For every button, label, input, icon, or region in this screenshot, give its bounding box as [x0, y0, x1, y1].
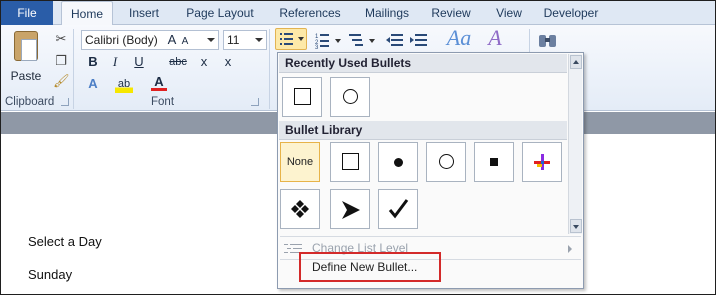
recent-bullet-hollow-square[interactable]	[282, 77, 322, 117]
recent-bullets-header: Recently Used Bullets	[279, 54, 567, 73]
tab-references[interactable]: References	[271, 1, 349, 25]
paper-icon	[21, 39, 37, 61]
filled-square-icon	[475, 143, 513, 181]
bullet-colored-cross[interactable]	[522, 142, 562, 182]
subscript-button[interactable]: x	[197, 53, 211, 71]
tab-review[interactable]: Review	[425, 1, 477, 25]
tab-home[interactable]: Home	[61, 1, 113, 26]
bullet-filled-dot[interactable]	[378, 142, 418, 182]
tab-mailings[interactable]: Mailings	[356, 1, 418, 25]
numbering-icon[interactable]: 1 2 3	[313, 31, 343, 49]
font-color-button[interactable]: A	[151, 73, 167, 91]
hollow-circle-icon	[427, 143, 465, 181]
paste-label: Paste	[10, 69, 42, 83]
tab-developer[interactable]: Developer	[535, 1, 607, 25]
hollow-square-icon	[283, 78, 321, 116]
arrowhead-icon	[342, 201, 360, 219]
chevron-down-icon	[207, 38, 215, 42]
change-styles-button[interactable]: A	[481, 27, 509, 49]
shrink-font-button[interactable]: A	[177, 33, 193, 51]
ribbon-tabs: File Home Insert Page Layout References …	[1, 1, 715, 26]
chevron-down-icon	[255, 38, 263, 42]
bullet-arrowhead[interactable]	[330, 189, 370, 229]
hollow-square-icon	[331, 143, 369, 181]
group-separator	[269, 29, 270, 109]
bullet-filled-square[interactable]	[474, 142, 514, 182]
font-group-label: Font	[151, 96, 175, 108]
checkmark-icon	[388, 199, 409, 219]
tab-insert[interactable]: Insert	[121, 1, 167, 25]
bullet-checkmark[interactable]	[378, 189, 418, 229]
bullets-button[interactable]	[275, 28, 307, 50]
bold-button[interactable]: B	[85, 53, 101, 71]
find-icon[interactable]	[537, 29, 559, 51]
highlight-box	[299, 252, 441, 282]
format-painter-icon[interactable]: 🖌	[53, 73, 70, 89]
group-separator	[73, 29, 74, 109]
four-diamonds-icon	[291, 200, 309, 218]
bullet-hollow-circle[interactable]	[426, 142, 466, 182]
font-name-combo[interactable]: Calibri (Body)	[81, 30, 219, 50]
superscript-button[interactable]: x	[221, 53, 235, 71]
clipboard-group-label: Clipboard	[5, 96, 55, 108]
bullet-four-diamonds[interactable]	[280, 189, 320, 229]
italic-button[interactable]: I	[107, 53, 123, 71]
font-launcher-icon[interactable]	[251, 98, 259, 106]
hollow-circle-icon	[331, 78, 369, 116]
strikethrough-button[interactable]: abc	[165, 53, 191, 71]
clipboard-launcher-icon[interactable]	[61, 98, 69, 106]
increase-indent-icon[interactable]	[409, 31, 429, 49]
tab-page-layout[interactable]: Page Layout	[179, 1, 261, 25]
bullets-icon	[280, 33, 304, 45]
chevron-down-icon	[573, 225, 579, 229]
doc-line-sunday: Sunday	[28, 267, 73, 282]
font-name-value: Calibri (Body)	[85, 33, 158, 47]
chevron-right-icon	[568, 245, 572, 253]
font-size-value: 11	[227, 33, 240, 47]
cut-icon[interactable]: ✂	[53, 31, 69, 47]
bullet-none-label: None	[286, 156, 314, 168]
bullet-none[interactable]: None	[280, 142, 320, 182]
quick-styles-button[interactable]: Aa	[445, 27, 473, 49]
underline-button[interactable]: U	[131, 53, 147, 71]
multilevel-list-icon[interactable]	[347, 31, 377, 49]
tab-file[interactable]: File	[1, 1, 53, 25]
paste-button[interactable]: Paste	[9, 31, 43, 89]
font-size-combo[interactable]: 11	[223, 30, 267, 50]
doc-line-select-a-day: Select a Day	[28, 234, 102, 249]
svg-text:3: 3	[315, 45, 319, 49]
scroll-down-button[interactable]	[570, 219, 582, 233]
tab-view[interactable]: View	[489, 1, 529, 25]
copy-icon[interactable]: ❐	[53, 53, 69, 69]
scroll-up-button[interactable]	[570, 55, 582, 69]
recent-bullet-hollow-circle[interactable]	[330, 77, 370, 117]
filled-dot-icon	[379, 143, 417, 181]
bullet-library-header: Bullet Library	[279, 121, 567, 140]
highlight-color-button[interactable]: ab	[115, 75, 133, 93]
decrease-indent-icon[interactable]	[385, 31, 405, 49]
dropdown-scrollbar[interactable]	[568, 54, 582, 234]
colored-cross-icon	[534, 154, 550, 170]
text-effects-button[interactable]: A	[85, 75, 101, 93]
chevron-up-icon	[573, 60, 579, 64]
bullet-hollow-square[interactable]	[330, 142, 370, 182]
